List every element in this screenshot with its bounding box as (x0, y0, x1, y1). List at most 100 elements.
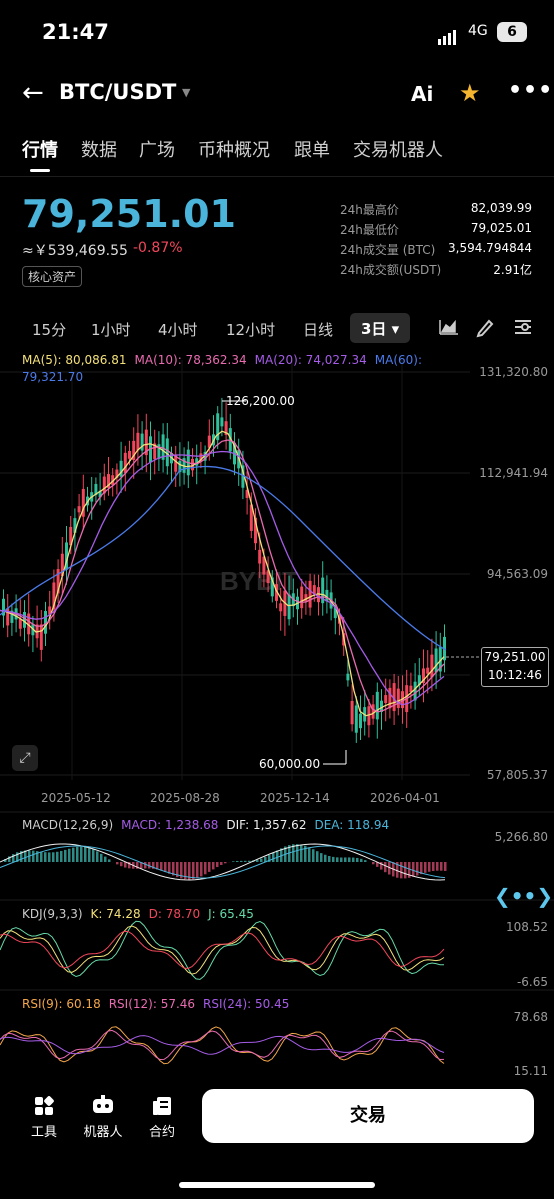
interval-1h[interactable]: 1小时 (91, 319, 131, 340)
stat-label: 24h成交额(USDT) (340, 263, 442, 277)
rsi12-line (0, 1029, 445, 1061)
star-icon[interactable]: ★ (459, 79, 481, 107)
ma20-label: MA(20): 74,027.34 (254, 353, 367, 367)
candle-body (354, 705, 358, 733)
dif-value: DIF: 1,357.62 (226, 818, 307, 832)
rsi9-value: RSI(9): 60.18 (22, 997, 101, 1011)
tools-icon (35, 1096, 54, 1115)
tab-overview[interactable]: 币种概况 (198, 136, 270, 162)
macd-bar (272, 852, 275, 862)
rsi12-value: RSI(12): 57.46 (108, 997, 196, 1011)
divider (0, 176, 554, 177)
macd-bar (372, 862, 375, 865)
macd-bar (192, 862, 195, 880)
macd-bar (400, 862, 403, 879)
macd-bar (92, 849, 95, 862)
stat-value: 3,594.794844 (448, 241, 532, 255)
chevron-down-icon[interactable]: ▼ (182, 86, 190, 99)
tools-button[interactable]: 工具 (19, 1095, 69, 1140)
ma-legend: MA(5): 80,086.81 MA(10): 78,362.34 MA(20):… (22, 352, 422, 386)
candle-body (426, 667, 430, 674)
status-time: 21:47 (42, 20, 109, 44)
macd-bar (224, 862, 227, 864)
stat-value: 79,025.01 (470, 221, 532, 235)
macd-bar (32, 850, 35, 862)
x-axis-label: 2026-04-01 (370, 791, 440, 805)
candle-body (396, 688, 400, 709)
tab-square[interactable]: 广场 (139, 136, 175, 162)
k-line (0, 925, 445, 975)
macd-bar (384, 862, 387, 873)
macd-bar (260, 858, 263, 862)
trade-button[interactable]: 交易 (202, 1089, 534, 1143)
candle-body (18, 618, 22, 629)
macd-bar (76, 846, 79, 862)
status-bar: 21:47 4G 6 (0, 0, 554, 66)
indicator-settings-icon[interactable] (512, 316, 534, 338)
macd-bar (120, 862, 123, 867)
back-arrow-icon[interactable]: ← (22, 80, 44, 106)
tab-trading-bot[interactable]: 交易机器人 (353, 136, 443, 162)
more-icon[interactable]: ••• (508, 78, 553, 103)
expand-icon[interactable]: ⤢ (12, 745, 38, 771)
candle-body (136, 432, 140, 451)
kdj-legend: KDJ(9,3,3) K: 74.28 D: 78.70 J: 65.45 (22, 907, 262, 921)
pair-title[interactable]: BTC/USDT (59, 80, 176, 104)
contract-label: 合约 (148, 1125, 175, 1140)
macd-bar (196, 862, 199, 879)
interval-3d-label: 3日 ▾ (361, 320, 400, 338)
macd-bar (144, 862, 147, 869)
bot-button[interactable]: 机器人 (78, 1095, 128, 1140)
macd-legend: MACD(12,26,9) MACD: 1,238.68 DIF: 1,357.62… (22, 818, 397, 832)
tab-data[interactable]: 数据 (81, 136, 117, 162)
interval-15m[interactable]: 15分 (32, 319, 66, 340)
candle-body (346, 673, 350, 681)
battery-icon: 6 (497, 22, 527, 42)
macd-bar (348, 857, 351, 862)
draw-icon[interactable] (475, 316, 497, 338)
candlestick-chart[interactable]: BYBIT (0, 350, 554, 1080)
candle-body (128, 450, 131, 459)
macd-bar (332, 856, 335, 862)
high-marker-label: 126,200.00 (226, 394, 295, 408)
dea-value: DEA: 118.94 (314, 818, 390, 832)
kdj-y-bottom: -6.65 (516, 975, 548, 989)
macd-bar (248, 860, 251, 862)
network-type: 4G (468, 23, 488, 39)
macd-bar (312, 849, 315, 862)
candle-body (384, 695, 388, 704)
candle-body (279, 603, 283, 612)
macd-bar (52, 852, 55, 862)
macd-bar (360, 858, 363, 862)
macd-bar (124, 862, 127, 868)
macd-bar (100, 853, 103, 862)
stat-label: 24h成交量 (BTC) (340, 243, 436, 257)
macd-bar (56, 851, 59, 862)
x-axis-label: 2025-05-12 (41, 791, 111, 805)
chart-type-icon[interactable] (438, 316, 460, 338)
ma10-label: MA(10): 78,362.34 (134, 353, 247, 367)
macd-bar (428, 862, 431, 872)
macd-bar (88, 847, 91, 862)
macd-bar (308, 847, 311, 862)
k-value: K: 74.28 (90, 907, 141, 921)
interval-bar: 15分 1小时 4小时 12小时 日线 (0, 310, 554, 346)
macd-bar (412, 862, 415, 877)
tab-copy-trading[interactable]: 跟单 (294, 136, 330, 162)
interval-4h[interactable]: 4小时 (158, 319, 198, 340)
macd-bar (212, 862, 215, 870)
last-price: 79,251.01 (22, 192, 236, 236)
contract-button[interactable]: 合约 (137, 1095, 187, 1140)
tab-market[interactable]: 行情 (22, 136, 58, 162)
stat-value: 2.91亿 (493, 263, 532, 277)
macd-bar (96, 851, 99, 862)
macd-bar (44, 852, 47, 862)
interval-12h[interactable]: 12小时 (226, 319, 275, 340)
macd-bar (168, 862, 171, 874)
core-asset-badge: 核心资产 (22, 266, 83, 287)
scroll-right-icon[interactable]: ❮••❯ (494, 884, 553, 908)
rsi24-value: RSI(24): 50.45 (203, 997, 290, 1011)
ai-button[interactable]: Ai (411, 82, 433, 106)
interval-1d[interactable]: 日线 (303, 319, 333, 340)
macd-bar (60, 850, 63, 862)
